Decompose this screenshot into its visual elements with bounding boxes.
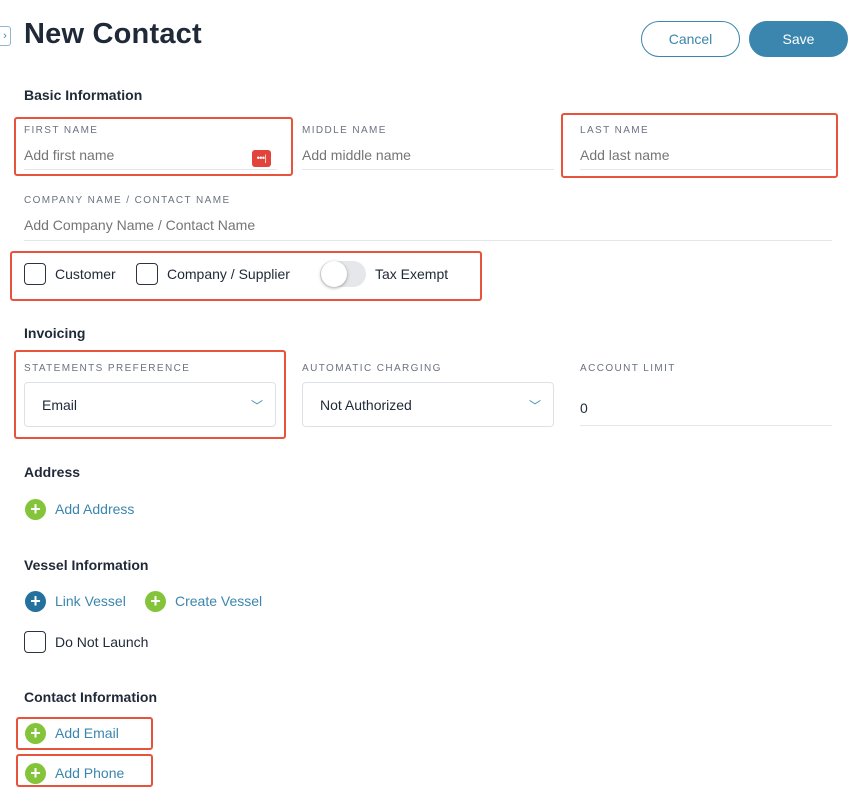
password-manager-icon[interactable]: •••|	[252, 150, 271, 167]
statements-preference-value: Email	[42, 397, 78, 413]
tax-exempt-label: Tax Exempt	[375, 266, 449, 282]
account-limit-label: ACCOUNT LIMIT	[580, 363, 676, 374]
page-title: New Contact	[24, 18, 202, 50]
statements-preference-label: STATEMENTS PREFERENCE	[24, 363, 191, 374]
statements-preference-select[interactable]: Email ﹀	[24, 382, 276, 427]
company-name-input[interactable]	[24, 209, 832, 241]
save-button[interactable]: Save	[749, 21, 848, 57]
do-not-launch-label: Do Not Launch	[55, 634, 149, 650]
supplier-label: Company / Supplier	[167, 266, 290, 282]
first-name-label: FIRST NAME	[24, 125, 99, 136]
account-limit-value: 0	[580, 400, 588, 416]
add-email-link[interactable]: Add Email	[55, 725, 119, 741]
sidebar-toggle-button[interactable]: ›	[0, 26, 11, 46]
chevron-down-icon: ﹀	[251, 399, 264, 413]
invoicing-title: Invoicing	[24, 325, 86, 341]
middle-name-input[interactable]	[302, 140, 554, 170]
basic-information-title: Basic Information	[24, 87, 143, 103]
supplier-checkbox[interactable]	[136, 263, 158, 285]
cancel-button[interactable]: Cancel	[641, 21, 740, 57]
company-name-label: COMPANY NAME / CONTACT NAME	[24, 195, 231, 206]
middle-name-label: MIDDLE NAME	[302, 125, 387, 136]
link-vessel-plus-icon[interactable]: +	[25, 591, 46, 612]
add-address-link[interactable]: Add Address	[55, 501, 134, 517]
first-name-input[interactable]	[24, 140, 277, 170]
link-vessel-link[interactable]: Link Vessel	[55, 593, 126, 609]
automatic-charging-select[interactable]: Not Authorized ﹀	[302, 382, 554, 427]
account-limit-input[interactable]: 0	[580, 390, 832, 426]
automatic-charging-value: Not Authorized	[320, 397, 412, 413]
add-phone-link[interactable]: Add Phone	[55, 765, 124, 781]
vessel-information-title: Vessel Information	[24, 557, 149, 573]
automatic-charging-label: AUTOMATIC CHARGING	[302, 363, 442, 374]
contact-information-title: Contact Information	[24, 689, 157, 705]
address-title: Address	[24, 464, 81, 480]
add-email-plus-icon[interactable]: +	[25, 723, 46, 744]
customer-checkbox[interactable]	[24, 263, 46, 285]
do-not-launch-checkbox[interactable]	[24, 631, 46, 653]
last-name-input[interactable]	[580, 140, 832, 170]
customer-label: Customer	[55, 266, 116, 282]
create-vessel-plus-icon[interactable]: +	[145, 591, 166, 612]
create-vessel-link[interactable]: Create Vessel	[175, 593, 262, 609]
add-address-plus-icon[interactable]: +	[25, 499, 46, 520]
add-phone-plus-icon[interactable]: +	[25, 763, 46, 784]
chevron-down-icon: ﹀	[529, 399, 542, 413]
tax-exempt-toggle-knob	[321, 261, 347, 287]
last-name-label: LAST NAME	[580, 125, 650, 136]
